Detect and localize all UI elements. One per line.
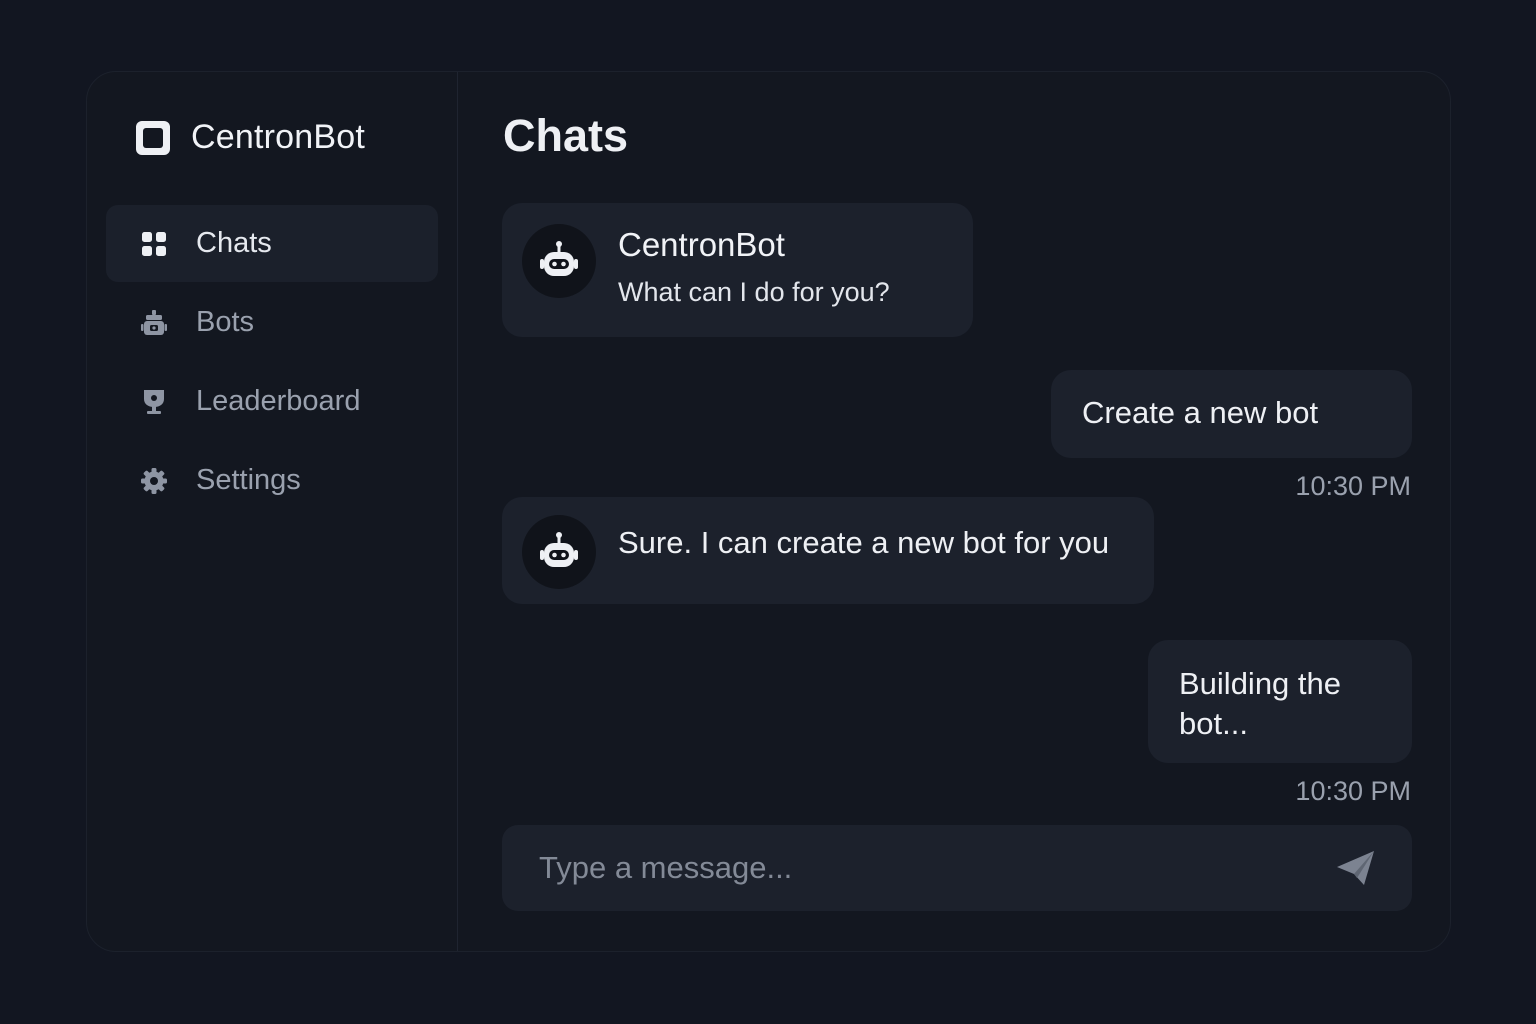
bot-message: CentronBot What can I do for you? (502, 203, 973, 337)
message-sender: CentronBot (618, 226, 785, 263)
sidebar: CentronBot Chats Bots Leaderboard Settin… (87, 72, 458, 951)
message-timestamp: 10:30 PM (1295, 471, 1411, 501)
message-timestamp: 10:30 PM (1295, 776, 1411, 806)
user-message: Building the bot... (1148, 640, 1412, 763)
user-message: Create a new bot (1051, 370, 1412, 458)
page-title: Chats (503, 110, 629, 161)
robot-icon (139, 308, 169, 338)
brand[interactable]: CentronBot (134, 118, 365, 157)
message-text: Sure. I can create a new bot for you (618, 525, 1110, 560)
robot-icon (540, 241, 578, 276)
sidebar-item-label: Chats (196, 227, 272, 259)
bot-avatar (522, 515, 596, 589)
message-text: What can I do for you? (618, 277, 890, 307)
message-text: Building the bot... (1179, 666, 1342, 741)
sidebar-item-chats[interactable]: Chats (106, 205, 438, 282)
trophy-icon (139, 387, 169, 417)
sidebar-item-bots[interactable]: Bots (106, 284, 438, 361)
bot-message: Sure. I can create a new bot for you (502, 497, 1154, 604)
chat-panel: Chats CentronBot What can I do for you? … (459, 72, 1450, 951)
gear-icon (139, 466, 169, 496)
sidebar-item-label: Settings (196, 464, 301, 496)
message-input[interactable] (502, 825, 1302, 911)
send-icon (1337, 851, 1374, 885)
send-button[interactable] (1334, 848, 1378, 888)
sidebar-item-label: Bots (196, 306, 255, 338)
bot-avatar (522, 224, 596, 298)
message-text: Create a new bot (1082, 395, 1319, 430)
message-composer (502, 825, 1412, 911)
sidebar-item-label: Leaderboard (196, 385, 361, 417)
robot-icon (540, 532, 578, 567)
app-name: CentronBot (191, 118, 365, 156)
grid-icon (139, 229, 169, 259)
sidebar-nav: Chats Bots Leaderboard Settings (106, 205, 438, 521)
sidebar-item-leaderboard[interactable]: Leaderboard (106, 363, 438, 440)
app-window: CentronBot Chats Bots Leaderboard Settin… (86, 71, 1451, 952)
sidebar-item-settings[interactable]: Settings (106, 442, 438, 519)
square-logo-icon (134, 119, 172, 157)
